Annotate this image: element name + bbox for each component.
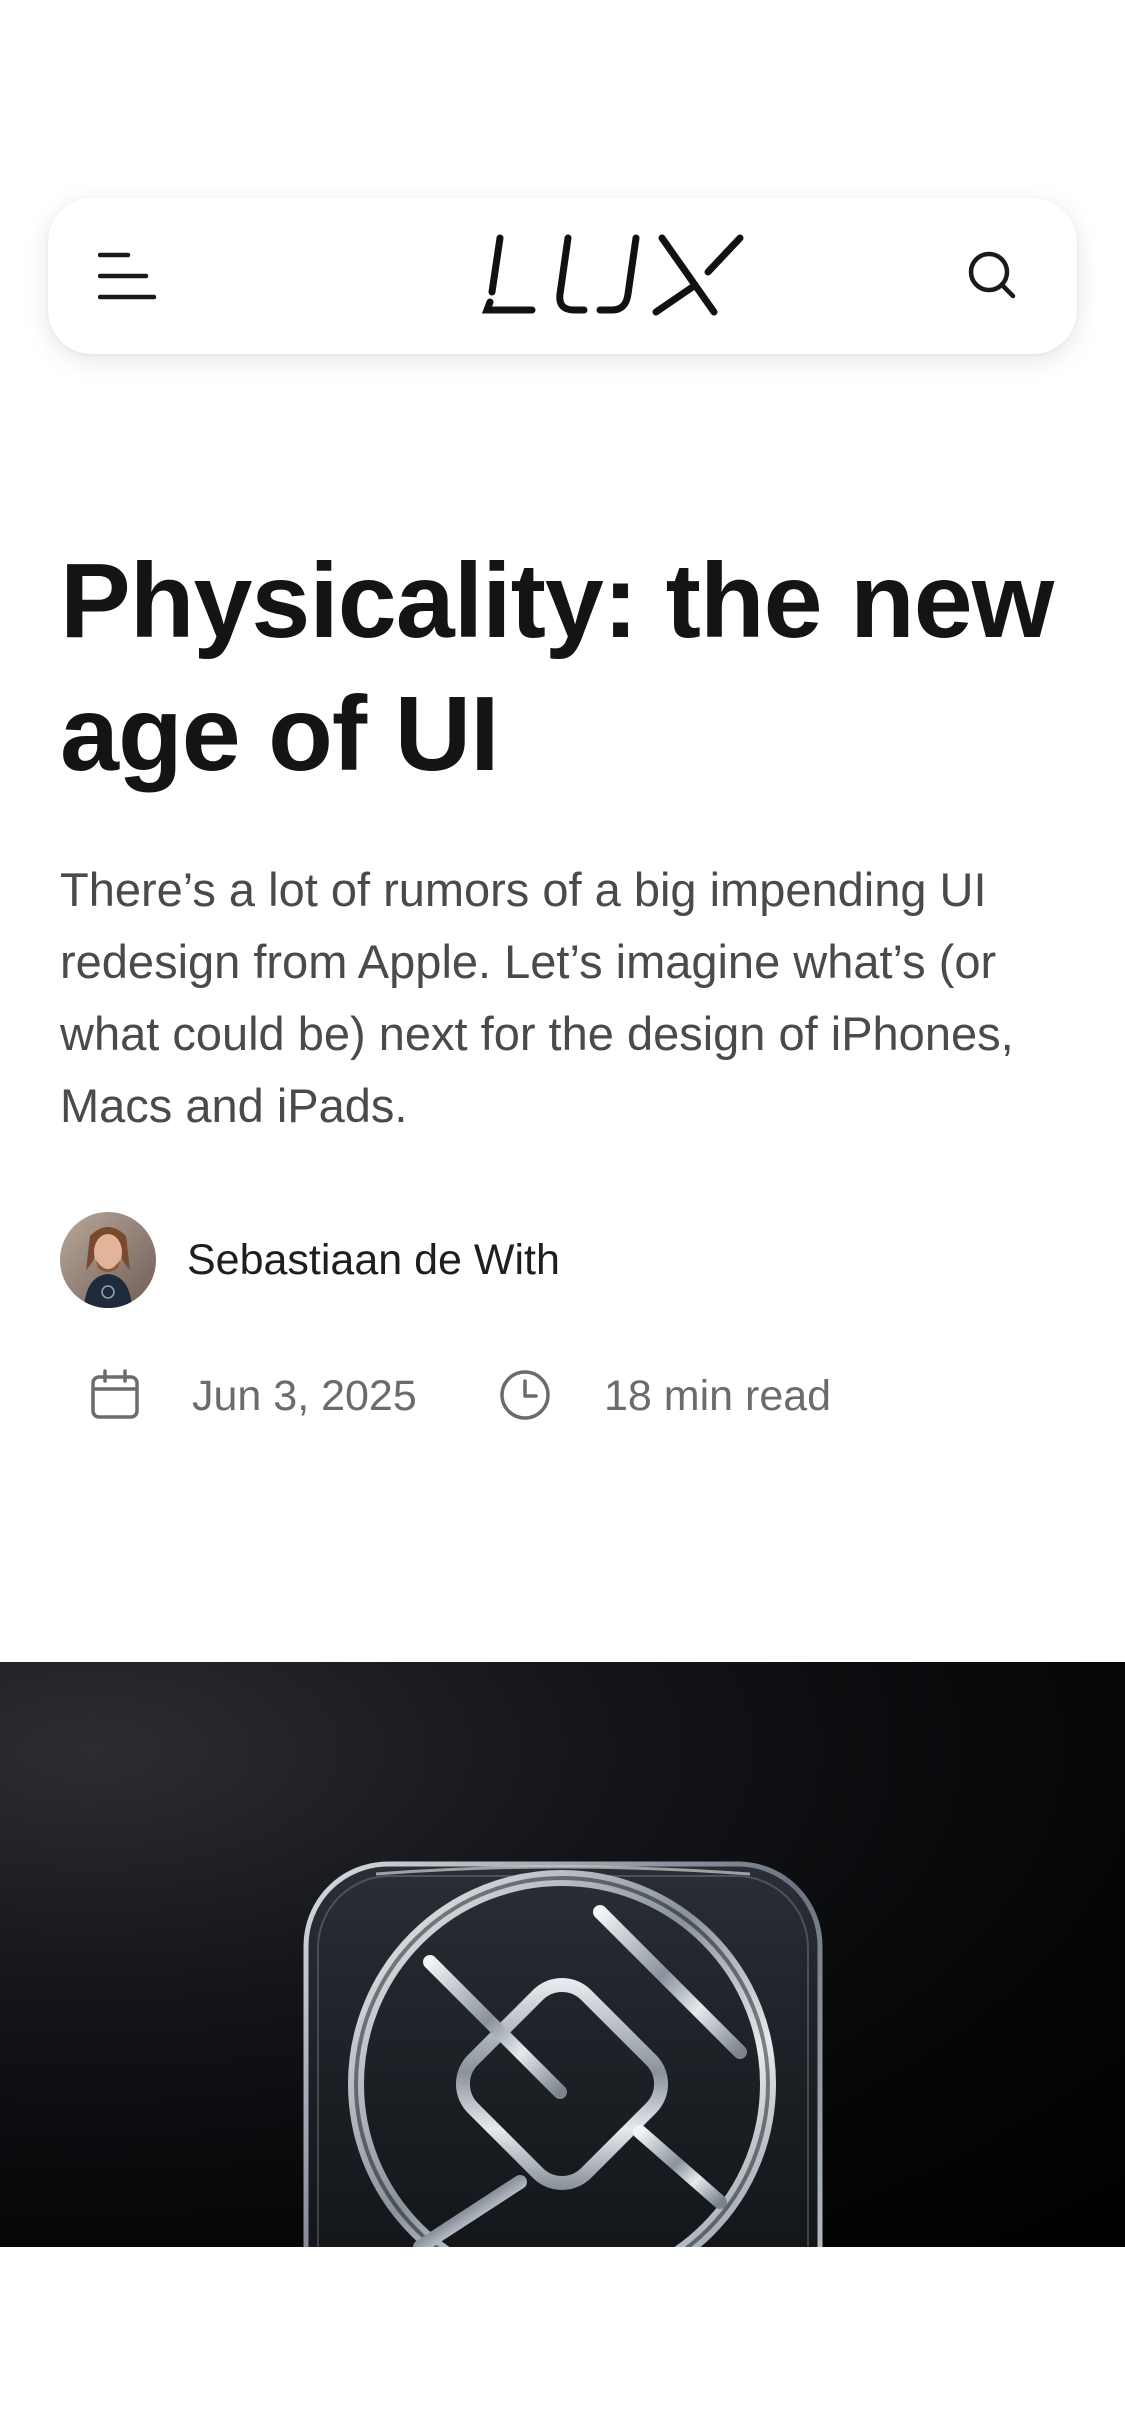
avatar-photo (60, 1212, 156, 1308)
article-title: Physicality: the new age of UI (60, 542, 1054, 793)
hamburger-menu-icon (97, 252, 157, 300)
glass-app-icon-render (303, 1861, 823, 2247)
menu-button[interactable] (97, 248, 178, 304)
author-avatar[interactable] (60, 1212, 156, 1308)
top-navbar (48, 198, 1077, 354)
publish-date: Jun 3, 2025 (192, 1372, 417, 1420)
author-name[interactable]: Sebastiaan de With (187, 1234, 560, 1286)
clock-icon (500, 1370, 550, 1420)
calendar-icon (91, 1369, 139, 1419)
search-icon (968, 251, 1016, 299)
hero-image (0, 1662, 1125, 2247)
lux-logo[interactable] (476, 232, 746, 320)
read-time: 18 min read (604, 1372, 832, 1420)
author-row[interactable]: Sebastiaan de With (60, 1212, 760, 1308)
lux-logo-mark (481, 234, 744, 316)
search-button[interactable] (958, 242, 1028, 310)
article-meta: Jun 3, 2025 18 min read (60, 1360, 1060, 1430)
article-subtitle: There’s a lot of rumors of a big impendi… (60, 863, 1014, 1132)
